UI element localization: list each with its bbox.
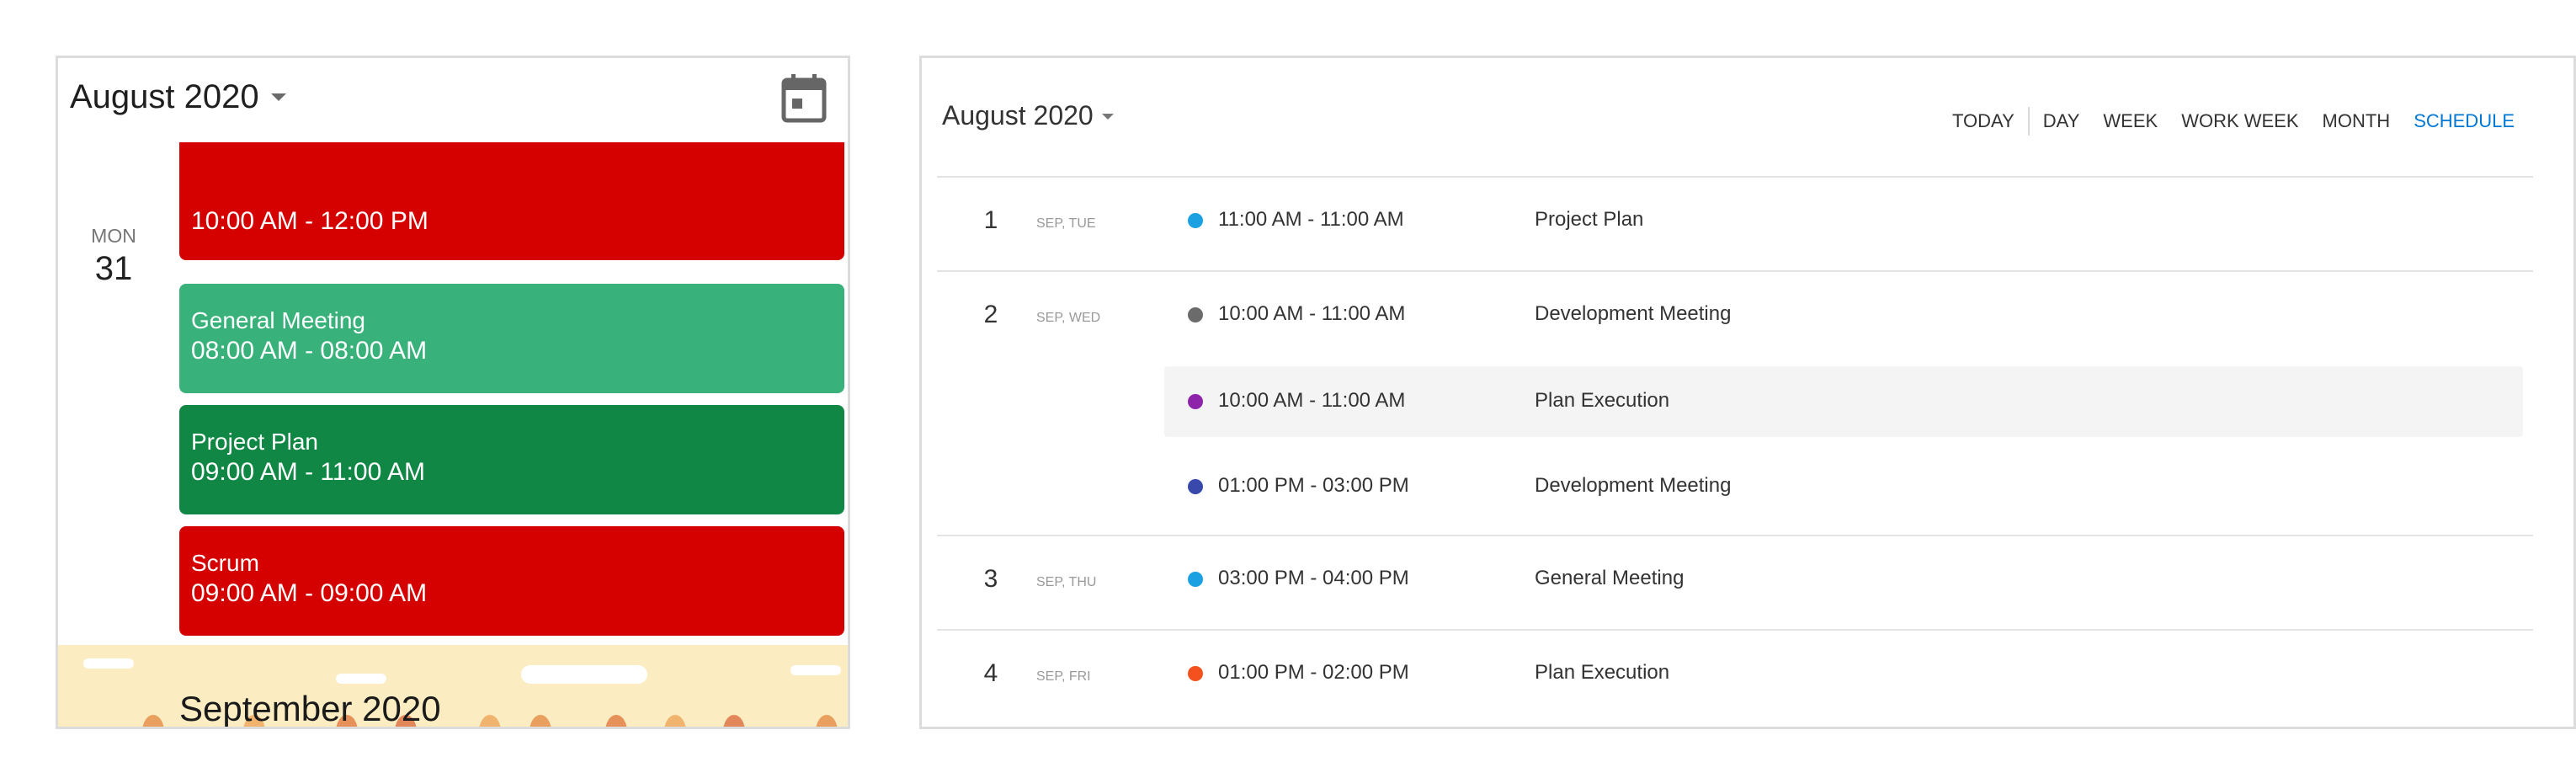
schedule-event[interactable]: 10:00 AM - 11:00 AM Development Meeting — [937, 272, 2533, 366]
event-subject: Development Meeting — [1535, 302, 1732, 325]
day-number: 31 — [94, 250, 133, 287]
schedule-day: 3 SEP, THU 03:00 PM - 04:00 PM General M… — [937, 536, 2533, 629]
event-color-dot — [1188, 479, 1203, 494]
month-banner: September 2020 — [58, 645, 848, 728]
view-schedule[interactable]: SCHEDULE — [2402, 110, 2526, 132]
event-time: 11:00 AM - 11:00 AM — [1218, 208, 1404, 231]
event-color-dot — [1188, 213, 1203, 228]
event-card-partial[interactable]: 10:00 AM - 12:00 PM — [179, 142, 844, 260]
event-subject: Plan Execution — [1535, 661, 1670, 684]
event-time: 08:00 AM - 08:00 AM — [191, 337, 428, 365]
leaf-decoration — [664, 715, 686, 727]
leaf-decoration — [605, 715, 627, 727]
month-banner-label: September 2020 — [179, 689, 441, 728]
leaf-decoration — [479, 715, 501, 727]
schedule-event[interactable]: 01:00 PM - 03:00 PM Development Meeting — [937, 437, 2533, 535]
mobile-calendar-panel: 30 10:00 AM - 12:00 PM MON 31 General Me… — [56, 56, 850, 729]
event-subject: Project Plan — [1535, 208, 1644, 231]
prev-day-number: 30 — [88, 142, 139, 147]
event-title: Scrum — [191, 550, 259, 576]
calendar-icon[interactable] — [780, 73, 828, 124]
schedule-event[interactable]: 01:00 PM - 02:00 PM Plan Execution — [937, 631, 2533, 723]
cloud-decoration — [336, 674, 386, 684]
month-title: August 2020 — [942, 100, 1094, 131]
schedule-event[interactable]: 10:00 AM - 11:00 AM Plan Execution — [1164, 366, 2523, 437]
today-button[interactable]: TODAY — [1940, 110, 2026, 132]
event-card-scrum[interactable]: Scrum 09:00 AM - 09:00 AM — [179, 526, 844, 636]
month-title: August 2020 — [70, 78, 259, 115]
month-selector[interactable]: August 2020 — [942, 100, 1114, 131]
event-time: 01:00 PM - 03:00 PM — [1218, 474, 1409, 497]
event-color-dot — [1188, 572, 1203, 587]
schedule-day: 4 SEP, FRI 01:00 PM - 02:00 PM Plan Exec… — [937, 631, 2533, 723]
schedule-panel: August 2020 TODAY DAY WEEK WORK WEEK MON… — [919, 56, 2576, 729]
schedule-event[interactable]: 11:00 AM - 11:00 AM Project Plan — [937, 178, 2533, 270]
cloud-decoration — [790, 665, 841, 675]
divider — [2027, 107, 2030, 136]
schedule-event[interactable]: 03:00 PM - 04:00 PM General Meeting — [937, 536, 2533, 629]
event-time: 01:00 PM - 02:00 PM — [1218, 661, 1409, 684]
view-work-week[interactable]: WORK WEEK — [2169, 110, 2310, 132]
leaf-decoration — [723, 715, 745, 727]
month-selector[interactable]: August 2020 — [70, 78, 286, 116]
event-subject: Plan Execution — [1535, 389, 1670, 412]
agenda-body[interactable]: 30 10:00 AM - 12:00 PM MON 31 General Me… — [58, 142, 848, 645]
leaf-decoration — [816, 715, 838, 727]
cloud-decoration — [83, 658, 134, 669]
event-time: 09:00 AM - 09:00 AM — [191, 579, 428, 607]
event-color-dot — [1188, 394, 1203, 409]
cloud-decoration — [521, 665, 647, 684]
schedule-list: 1 SEP, TUE 11:00 AM - 11:00 AM Project P… — [937, 176, 2533, 723]
event-color-dot — [1188, 307, 1203, 322]
view-month[interactable]: MONTH — [2311, 110, 2403, 132]
leaf-decoration — [142, 715, 164, 727]
view-week[interactable]: WEEK — [2091, 110, 2169, 132]
schedule-day: 1 SEP, TUE 11:00 AM - 11:00 AM Project P… — [937, 178, 2533, 270]
calendar-header: August 2020 — [58, 58, 848, 142]
event-time: 09:00 AM - 11:00 AM — [191, 458, 425, 486]
event-color-dot — [1188, 666, 1203, 681]
schedule-day: 2 SEP, WED 10:00 AM - 11:00 AM Developme… — [937, 272, 2533, 535]
event-card-project-plan[interactable]: Project Plan 09:00 AM - 11:00 AM — [179, 405, 844, 514]
event-subject: General Meeting — [1535, 567, 1685, 589]
event-title: General Meeting — [191, 307, 366, 333]
event-time: 10:00 AM - 11:00 AM — [1218, 389, 1406, 412]
caret-down-icon — [1101, 114, 1114, 120]
event-subject: Development Meeting — [1535, 474, 1732, 497]
event-time: 03:00 PM - 04:00 PM — [1218, 567, 1409, 589]
leaf-decoration — [530, 715, 551, 727]
view-switcher: TODAY DAY WEEK WORK WEEK MONTH SCHEDULE — [1940, 107, 2526, 136]
day-label: MON — [91, 225, 136, 247]
event-time: 10:00 AM - 12:00 PM — [191, 207, 428, 235]
caret-down-icon — [270, 93, 286, 101]
event-card-general-meeting[interactable]: General Meeting 08:00 AM - 08:00 AM — [179, 284, 844, 393]
event-title: Project Plan — [191, 429, 318, 455]
event-time: 10:00 AM - 11:00 AM — [1218, 302, 1406, 325]
view-day[interactable]: DAY — [2031, 110, 2092, 132]
